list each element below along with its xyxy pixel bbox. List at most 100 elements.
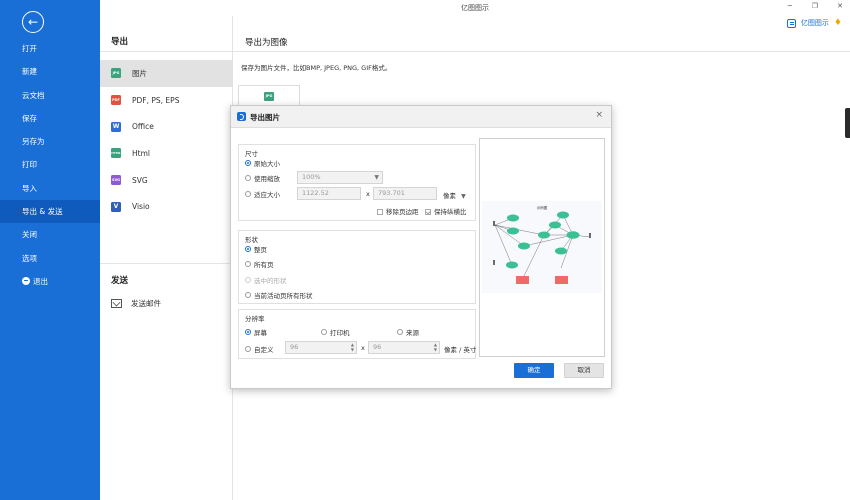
main-heading: 导出为图像 <box>245 38 288 48</box>
radio-selected-shape[interactable]: 选中的形状 <box>245 275 287 285</box>
preview-node <box>555 247 567 255</box>
preview-background <box>482 201 602 293</box>
radio-button[interactable] <box>245 277 251 283</box>
checkbox[interactable] <box>377 209 383 215</box>
account-area[interactable]: 亿图图示 ♦ <box>786 17 842 28</box>
sidebar-item-new[interactable]: 新建 <box>0 60 100 83</box>
dpi-y-input[interactable]: 96 ▲ ▼ <box>368 341 440 354</box>
send-heading: 发送 <box>111 276 129 286</box>
radio-button[interactable] <box>245 261 251 267</box>
radio-button[interactable] <box>245 160 251 166</box>
visio-icon: V <box>111 201 121 212</box>
remove-margin-checkbox[interactable]: 移除页边距 <box>377 206 419 216</box>
sidebar-item-save-as[interactable]: 另存为 <box>0 130 100 153</box>
radio-printer[interactable]: 打印机 <box>321 327 350 337</box>
minimize-button[interactable]: ─ <box>788 2 792 10</box>
sidebar-item-cloud[interactable]: 云文档 <box>0 84 100 107</box>
spinner-icon[interactable]: ▲ ▼ <box>434 342 437 352</box>
mail-icon <box>111 299 122 308</box>
sidebar-item-options[interactable]: 选项 <box>0 247 100 270</box>
cancel-button[interactable]: 取消 <box>564 363 604 378</box>
message-icon[interactable] <box>786 18 796 28</box>
radio-button[interactable] <box>397 329 403 335</box>
sidebar-item-print[interactable]: 打印 <box>0 153 100 176</box>
sidebar-item-import[interactable]: 导入 <box>0 177 100 200</box>
radio-original-size[interactable]: 原始大小 <box>245 158 280 168</box>
export-image-card[interactable]: JPG <box>238 85 300 105</box>
format-label: 图片 <box>132 68 147 78</box>
unit-select[interactable]: 像素 ▼ <box>443 190 466 200</box>
zoom-select[interactable]: 100% ▼ <box>297 171 383 184</box>
format-label: SVG <box>132 175 148 185</box>
format-item-image[interactable]: JPG 图片 <box>100 60 233 87</box>
sidebar-item-save[interactable]: 保存 <box>0 107 100 130</box>
spinner-icon[interactable]: ▲ ▼ <box>351 342 354 352</box>
radio-screen[interactable]: 屏幕 <box>245 327 267 337</box>
sidebar-item-label: 退出 <box>33 276 48 286</box>
send-mail-label: 发送邮件 <box>131 299 161 308</box>
radio-custom[interactable]: 自定义 <box>245 344 274 354</box>
format-label: Office <box>132 122 154 132</box>
radio-source[interactable]: 来源 <box>397 327 419 337</box>
close-icon[interactable]: × <box>595 111 603 120</box>
sidebar-item-exit[interactable]: 退出 <box>0 270 100 293</box>
preview-node <box>557 211 569 219</box>
diamond-icon: ♦ <box>833 17 842 28</box>
send-mail-item[interactable]: 发送邮件 <box>111 298 161 309</box>
format-item-pdf[interactable]: PDF PDF, PS, EPS <box>100 87 233 114</box>
preview-node <box>506 261 518 269</box>
preview-node <box>538 231 550 239</box>
format-label: Html <box>132 148 150 158</box>
dpi-x-input[interactable]: 96 ▲ ▼ <box>285 341 357 354</box>
sidebar-item-open[interactable]: 打开 <box>0 37 100 60</box>
divider <box>100 263 233 264</box>
radio-whole-page[interactable]: 整页 <box>245 244 267 254</box>
keep-ratio-checkbox[interactable]: 保持纵横比 <box>425 206 467 216</box>
back-button[interactable]: ← <box>22 11 44 33</box>
radio-button[interactable] <box>245 329 251 335</box>
sidebar-menu: 打开 新建 云文档 保存 另存为 打印 导入 导出 & 发送 关闭 选项 退出 <box>0 37 100 293</box>
radio-button[interactable] <box>245 175 251 181</box>
width-input[interactable]: 1122.52 <box>297 187 361 200</box>
radio-fit-size[interactable]: 适应大小 <box>245 189 280 199</box>
ok-button[interactable]: 确定 <box>514 363 554 378</box>
dialog-header: 导出图片 × <box>231 106 611 128</box>
sidebar-item-close[interactable]: 关闭 <box>0 223 100 246</box>
times-sign: x <box>361 344 365 352</box>
jpg-icon: JPG <box>264 92 274 101</box>
side-panel-tab[interactable] <box>845 108 850 138</box>
preview-title: 示例图 <box>537 205 548 210</box>
radio-use-zoom[interactable]: 使用缩放 <box>245 173 280 183</box>
times-sign: x <box>366 190 370 198</box>
title-bar: 亿图图示 ─ ❐ ✕ <box>100 0 850 16</box>
restore-button[interactable]: ❐ <box>812 2 818 10</box>
sidebar-item-export[interactable]: 导出 & 发送 <box>0 200 100 224</box>
radio-button[interactable] <box>245 292 251 298</box>
format-item-visio[interactable]: V Visio <box>100 193 233 220</box>
preview-node <box>507 214 519 222</box>
radio-all-pages[interactable]: 所有页 <box>245 259 274 269</box>
shape-group-title: 形状 <box>245 236 258 244</box>
radio-current-page-shapes[interactable]: 当前活动页所有形状 <box>245 290 313 300</box>
shape-group: 形状 整页 所有页 选中的形状 当前活动页所有形状 <box>238 230 476 304</box>
format-item-svg[interactable]: SVG SVG <box>100 167 233 194</box>
close-window-button[interactable]: ✕ <box>837 2 843 10</box>
format-item-office[interactable]: W Office <box>100 113 233 140</box>
resolution-group: 分辨率 屏幕 打印机 来源 自定义 96 ▲ ▼ x 96 ▲ ▼ 像素 / 英寸 <box>238 309 476 359</box>
radio-button[interactable] <box>321 329 327 335</box>
format-item-html[interactable]: HTML Html <box>100 140 233 167</box>
radio-button[interactable] <box>245 346 251 352</box>
preview-actor <box>493 260 495 262</box>
dialog-title: 导出图片 <box>250 113 280 122</box>
preview-actor <box>589 233 591 235</box>
checkbox[interactable] <box>425 209 431 215</box>
height-input[interactable]: 793.701 <box>373 187 437 200</box>
radio-button[interactable] <box>245 191 251 197</box>
radio-button[interactable] <box>245 246 251 252</box>
diagram-preview: 示例图 <box>482 201 602 293</box>
preview-node <box>518 242 530 250</box>
preview-pane: 示例图 <box>479 138 605 357</box>
size-group-title: 尺寸 <box>245 150 258 158</box>
brand-label[interactable]: 亿图图示 <box>801 18 829 28</box>
chevron-down-icon: ▼ <box>461 193 466 200</box>
